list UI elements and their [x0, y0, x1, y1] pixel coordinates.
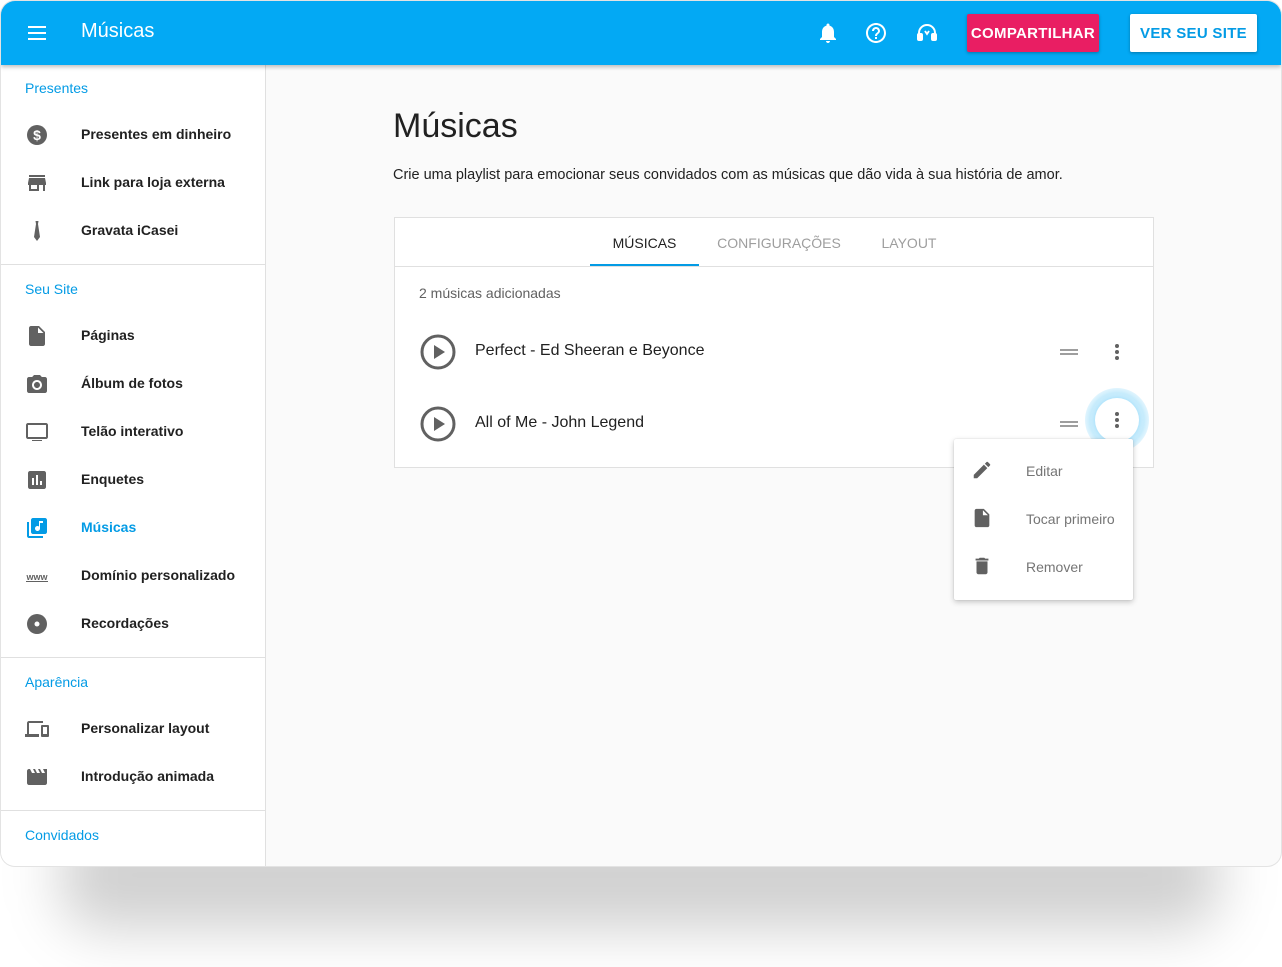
menu-icon[interactable]	[25, 21, 49, 45]
sidebar-item-label: Personalizar layout	[81, 720, 210, 736]
sidebar-item-label: Telão interativo	[81, 423, 184, 439]
svg-text:$: $	[33, 127, 41, 143]
sidebar-item-label: Link para loja externa	[81, 174, 225, 190]
tab-musicas[interactable]: MÚSICAS	[590, 218, 699, 267]
app-window: Músicas COMPARTILHAR VER SEU SITE Presen…	[1, 1, 1281, 866]
movie-icon	[25, 765, 49, 789]
page-icon	[25, 324, 49, 348]
app-bar: Músicas COMPARTILHAR VER SEU SITE	[1, 1, 1281, 65]
tab-configuracoes[interactable]: CONFIGURAÇÕES	[709, 218, 849, 267]
sidebar-item-label: Álbum de fotos	[81, 375, 183, 391]
section-title-aparencia: Aparência	[25, 674, 89, 690]
sidebar-item-musicas[interactable]: Músicas	[1, 504, 265, 552]
song-row: Perfect - Ed Sheeran e Beyonce	[395, 316, 1153, 388]
section-title-convidados[interactable]: Convidados	[25, 827, 99, 843]
sidebar-item-recordacoes[interactable]: Recordações	[1, 600, 265, 648]
tie-icon	[25, 219, 49, 243]
bell-icon[interactable]	[816, 21, 840, 45]
drag-handle-icon[interactable]	[1059, 342, 1079, 362]
songs-count: 2 músicas adicionadas	[419, 285, 561, 301]
sidebar-item-album-de-fotos[interactable]: Álbum de fotos	[1, 360, 265, 408]
app-title: Músicas	[81, 20, 155, 42]
tab-indicator	[590, 264, 699, 266]
sidebar-item-link-loja-externa[interactable]: Link para loja externa	[1, 159, 265, 207]
sidebar-item-label: Gravata iCasei	[81, 222, 179, 238]
view-site-button[interactable]: VER SEU SITE	[1130, 14, 1257, 52]
sidebar-divider	[1, 810, 265, 811]
sidebar-item-label: Introdução animada	[81, 768, 215, 784]
sidebar-item-paginas[interactable]: Páginas	[1, 312, 265, 360]
devices-icon	[25, 717, 49, 741]
sidebar-item-presentes-em-dinheiro[interactable]: $ Presentes em dinheiro	[1, 111, 265, 159]
sidebar-item-label: Presentes em dinheiro	[81, 126, 232, 142]
menu-item-remover[interactable]: Remover	[954, 543, 1133, 591]
song-options-menu: Editar Tocar primeiro Remover	[954, 439, 1133, 600]
sidebar-item-label: Enquetes	[81, 471, 145, 487]
sidebar-item-introducao-animada[interactable]: Introdução animada	[1, 753, 265, 801]
sidebar-item-gravata-icasei[interactable]: Gravata iCasei	[1, 207, 265, 255]
music-card: MÚSICAS CONFIGURAÇÕES LAYOUT 2 músicas a…	[394, 217, 1154, 468]
tab-bar: MÚSICAS CONFIGURAÇÕES LAYOUT	[395, 218, 1153, 267]
pencil-icon	[971, 459, 993, 481]
screen-icon	[25, 420, 49, 444]
drag-handle-icon[interactable]	[1059, 414, 1079, 434]
sidebar-item-label: Páginas	[81, 327, 135, 343]
page-title: Músicas	[393, 107, 518, 145]
support-icon[interactable]	[915, 21, 939, 45]
file-icon	[971, 507, 993, 529]
sidebar-item-personalizar-layout[interactable]: Personalizar layout	[1, 705, 265, 753]
play-icon[interactable]	[419, 333, 457, 371]
sidebar-divider	[1, 657, 265, 658]
menu-item-label: Tocar primeiro	[1026, 511, 1115, 527]
www-icon: www	[25, 564, 49, 588]
play-icon[interactable]	[419, 405, 457, 443]
menu-item-label: Remover	[1026, 559, 1083, 575]
trash-icon	[971, 555, 993, 577]
page-description: Crie uma playlist para emocionar seus co…	[393, 167, 1063, 183]
tab-layout[interactable]: LAYOUT	[861, 218, 957, 267]
sidebar-item-dominio-personalizado[interactable]: www Domínio personalizado	[1, 552, 265, 600]
song-title: All of Me - John Legend	[475, 414, 644, 431]
menu-item-label: Editar	[1026, 463, 1063, 479]
poll-icon	[25, 468, 49, 492]
section-title-presentes: Presentes	[25, 80, 89, 96]
sidebar-item-label: Recordações	[81, 615, 169, 631]
sidebar-item-label: Músicas	[81, 519, 137, 535]
sidebar-item-telao-interativo[interactable]: Telão interativo	[1, 408, 265, 456]
disc-icon	[25, 612, 49, 636]
song-title: Perfect - Ed Sheeran e Beyonce	[475, 342, 705, 359]
sidebar-divider	[1, 264, 265, 265]
menu-item-editar[interactable]: Editar	[954, 447, 1133, 495]
camera-icon	[25, 372, 49, 396]
svg-text:www: www	[25, 572, 48, 582]
music-library-icon	[25, 516, 49, 540]
dollar-icon: $	[25, 123, 49, 147]
store-icon	[25, 171, 49, 195]
share-button[interactable]: COMPARTILHAR	[967, 14, 1099, 52]
help-icon[interactable]	[864, 21, 888, 45]
section-title-seu-site: Seu Site	[25, 281, 78, 297]
more-vert-icon[interactable]	[1101, 336, 1133, 368]
sidebar-item-label: Domínio personalizado	[81, 567, 236, 583]
menu-item-tocar-primeiro[interactable]: Tocar primeiro	[954, 495, 1133, 543]
sidebar: Presentes $ Presentes em dinheiro Link p…	[1, 65, 266, 866]
sidebar-item-enquetes[interactable]: Enquetes	[1, 456, 265, 504]
